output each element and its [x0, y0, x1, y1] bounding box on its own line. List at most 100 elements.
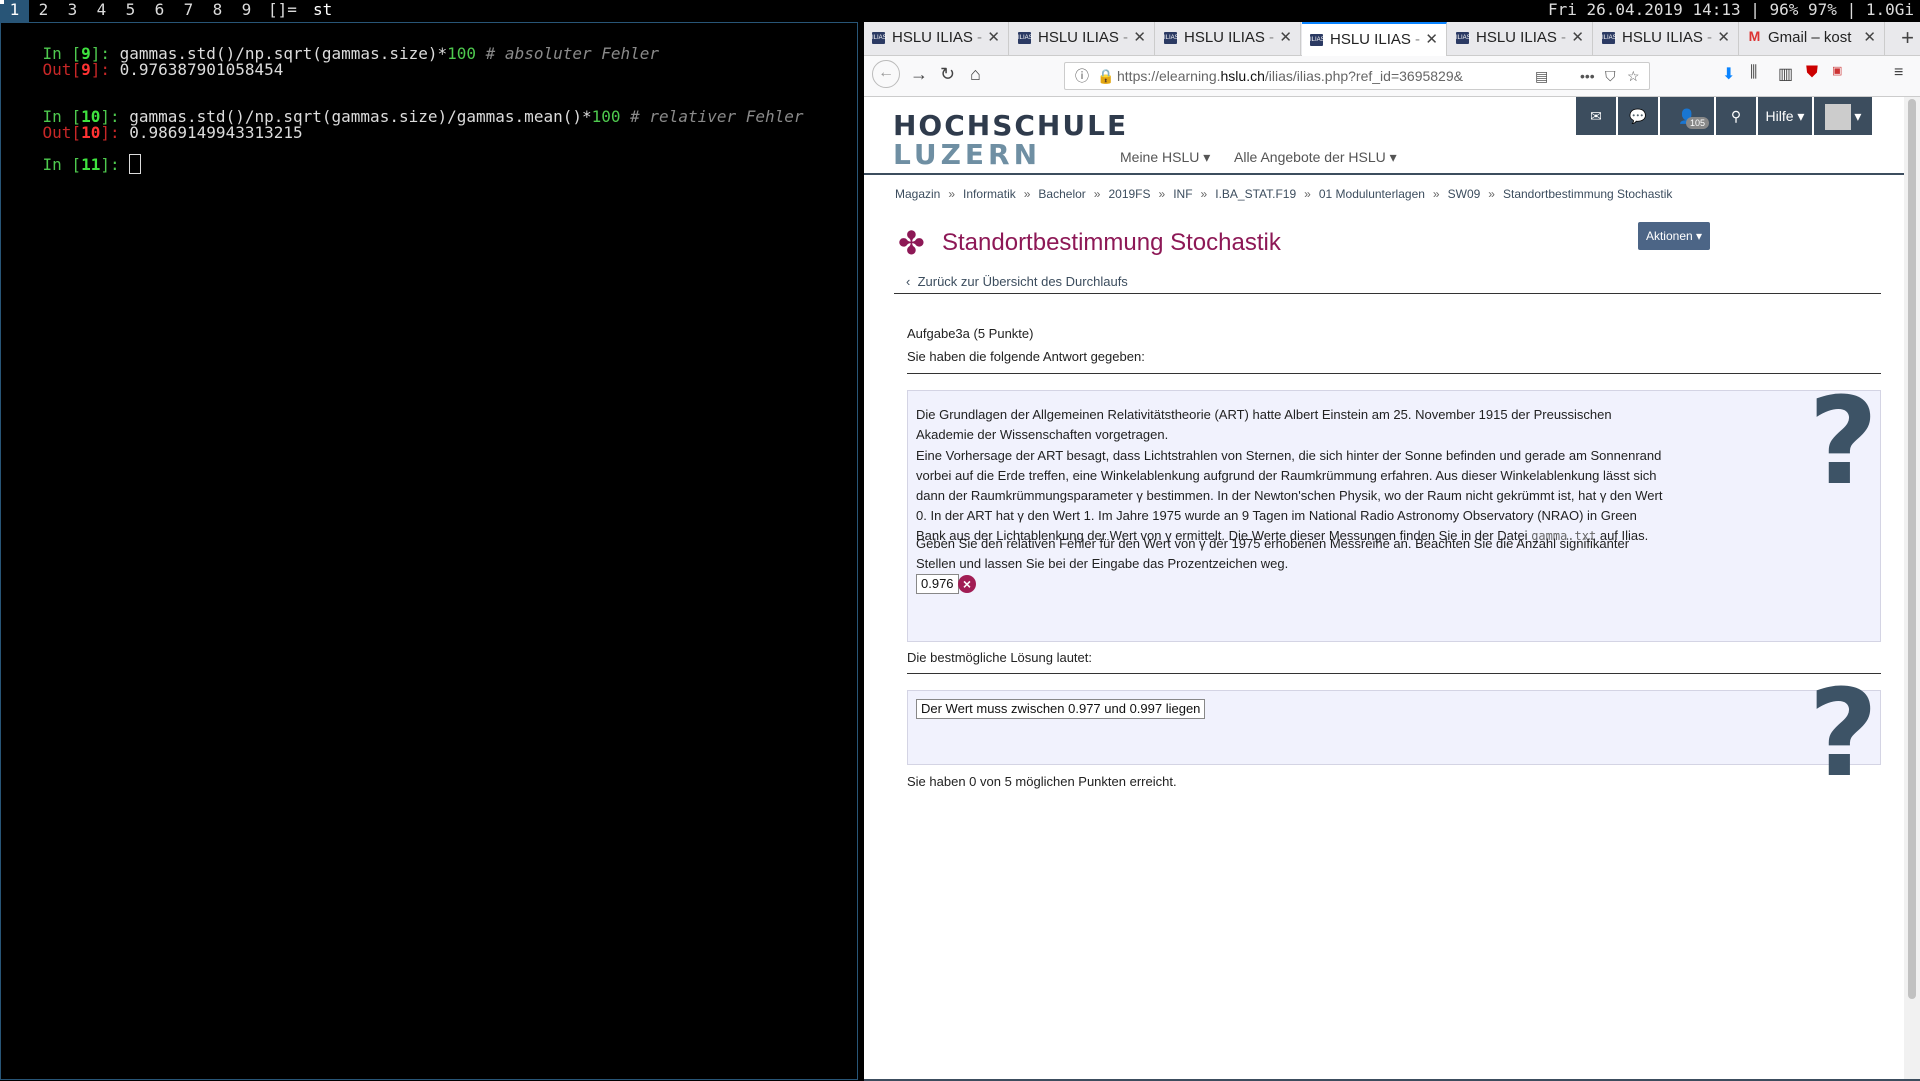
question-heading: Aufgabe3a (5 Punkte) — [907, 326, 1034, 341]
close-tab-icon[interactable]: ✕ — [1717, 28, 1730, 46]
workspace-6[interactable]: 6 — [145, 0, 174, 22]
logo-line2[interactable]: LUZERN — [893, 138, 1041, 171]
tab-label: Gmail – kost — [1768, 29, 1852, 46]
workspace-8[interactable]: 8 — [203, 0, 232, 22]
browser-tab[interactable]: ILIAS HSLU ILIAS - ✕ — [1010, 22, 1155, 55]
terminal-line-in11[interactable]: In [11]: — [4, 135, 142, 193]
workspace-5[interactable]: 5 — [116, 0, 145, 22]
menu-icon[interactable]: ≡ — [1894, 64, 1903, 82]
number-literal: 100 — [591, 107, 621, 126]
browser-tab[interactable]: ILIAS HSLU ILIAS - ✕ — [1302, 22, 1447, 56]
browser-tab[interactable]: ILIAS HSLU ILIAS - ✕ — [1156, 22, 1301, 55]
tab-label: HSLU ILIAS - — [1184, 29, 1275, 46]
workspace-9[interactable]: 9 — [232, 0, 261, 22]
forward-button[interactable]: → — [910, 64, 928, 85]
ilias-icon: ILIAS — [1310, 34, 1325, 46]
ilias-icon: ILIAS — [1602, 32, 1617, 44]
close-tab-icon[interactable]: ✕ — [1425, 30, 1438, 48]
breadcrumb-item[interactable]: Standortbestimmung Stochastik — [1503, 187, 1672, 201]
workspace-4[interactable]: 4 — [87, 0, 116, 22]
terminal-window[interactable]: In [9]: gammas.std()/np.sqrt(gammas.size… — [0, 22, 858, 1080]
close-tab-icon[interactable]: ✕ — [1571, 28, 1584, 46]
header-rule — [864, 173, 1904, 175]
info-icon[interactable]: ⓘ — [1075, 63, 1089, 89]
close-tab-icon[interactable]: ✕ — [987, 28, 1000, 46]
actions-button[interactable]: Aktionen ▾ — [1638, 222, 1710, 250]
status-bar: 123456789 []= st Fri 26.04.2019 14:13 | … — [0, 0, 1920, 22]
best-solution-label: Die bestmögliche Lösung lautet: — [907, 650, 1093, 665]
layout-mode: []= — [268, 0, 297, 19]
user-avatar-button[interactable]: ▾ — [1814, 97, 1872, 135]
breadcrumb-separator: » — [948, 187, 956, 201]
browser-window: ILIAS HSLU ILIAS - ✕ ILIAS HSLU ILIAS - ✕ ILIA… — [864, 22, 1920, 1081]
score-text: Sie haben 0 von 5 möglichen Punkten erre… — [907, 774, 1177, 789]
contacts-button[interactable]: 👤 105 — [1660, 97, 1714, 135]
workspace-1[interactable]: 1 — [0, 0, 29, 22]
breadcrumb-item[interactable]: Bachelor — [1038, 187, 1085, 201]
question-paragraph: Geben Sie den relativen Fehler für den W… — [916, 536, 1630, 571]
answer-field[interactable]: 0.976 — [916, 574, 959, 594]
reload-button[interactable]: ↻ — [940, 64, 955, 85]
focused-window-title: st — [313, 0, 333, 19]
breadcrumb: Magazin » Informatik » Bachelor » 2019FS » INF » I… — [895, 187, 1672, 201]
nav-meine-hslu[interactable]: Meine HSLU ▾ — [1120, 149, 1210, 166]
address-bar[interactable]: ⓘ 🔒 https://elearning.hslu.ch/ilias/ilia… — [1064, 62, 1650, 90]
pocket-icon[interactable]: ⛉ — [1605, 63, 1616, 89]
back-button[interactable]: ← — [872, 60, 900, 88]
breadcrumb-item[interactable]: Informatik — [963, 187, 1016, 201]
lock-icon[interactable]: 🔒 — [1097, 63, 1114, 89]
breadcrumb-item[interactable]: INF — [1173, 187, 1192, 201]
breadcrumb-item[interactable]: 2019FS — [1108, 187, 1150, 201]
browser-tab[interactable]: ILIAS HSLU ILIAS - ✕ — [864, 22, 1009, 55]
workspace-3[interactable]: 3 — [58, 0, 87, 22]
mail-button[interactable]: ✉ — [1576, 97, 1616, 135]
breadcrumb-separator: » — [1093, 187, 1101, 201]
tab-label: HSLU ILIAS - — [1476, 29, 1567, 46]
breadcrumb-separator: » — [1158, 187, 1166, 201]
url-text[interactable]: https://elearning.hslu.ch/ilias/ilias.ph… — [1117, 63, 1527, 89]
bookmark-star-icon[interactable]: ☆ — [1627, 63, 1640, 89]
browser-tab[interactable]: ILIAS HSLU ILIAS - ✕ — [1594, 22, 1739, 55]
wrong-answer-icon: × — [958, 575, 976, 593]
breadcrumb-item[interactable]: I.BA_STAT.F19 — [1215, 187, 1296, 201]
reader-view-icon[interactable]: ▤ — [1535, 63, 1548, 89]
search-button[interactable]: ⚲ — [1716, 97, 1756, 135]
new-tab-button[interactable]: + — [1901, 25, 1914, 51]
workspace-7[interactable]: 7 — [174, 0, 203, 22]
breadcrumb-separator: » — [1023, 187, 1031, 201]
help-button[interactable]: Hilfe ▾ — [1758, 97, 1812, 135]
scrollbar-thumb[interactable] — [1908, 99, 1916, 999]
workspace-2[interactable]: 2 — [29, 0, 58, 22]
chat-button[interactable]: 💬 — [1618, 97, 1658, 135]
close-tab-icon[interactable]: ✕ — [1279, 28, 1292, 46]
out-number: 9 — [81, 60, 91, 79]
close-tab-icon[interactable]: ✕ — [1863, 28, 1876, 46]
page-actions-icon[interactable]: ••• — [1580, 63, 1595, 89]
downloads-icon[interactable]: ⬇ — [1722, 64, 1735, 84]
solution-box: ? Der Wert muss zwischen 0.977 und 0.997… — [907, 675, 1881, 795]
given-answer-label: Sie haben die folgende Antwort gegeben: — [907, 349, 1145, 364]
text-cursor[interactable] — [129, 154, 142, 174]
page-scrollbar[interactable] — [1904, 97, 1920, 1080]
divider — [907, 673, 1881, 674]
close-tab-icon[interactable]: ✕ — [1133, 28, 1146, 46]
cors-extension-icon[interactable]: ▣ — [1832, 64, 1842, 77]
puzzle-icon: ✤ — [898, 225, 925, 261]
browser-tab[interactable]: M Gmail – kost ✕ — [1740, 22, 1885, 55]
library-icon[interactable]: ⫼ — [1750, 64, 1757, 82]
ilias-icon: ILIAS — [1164, 32, 1179, 44]
number-literal: 100 — [447, 44, 477, 63]
solution-field: Der Wert muss zwischen 0.977 und 0.997 l… — [916, 699, 1206, 719]
ublock-icon[interactable]: ⛊ — [1806, 64, 1818, 82]
question-mark-icon: ? — [1808, 665, 1878, 804]
home-button[interactable]: ⌂ — [970, 64, 981, 85]
question-paragraph: Die Grundlagen der Allgemeinen Relativit… — [916, 407, 1612, 442]
sidebar-icon[interactable]: ▥ — [1778, 64, 1793, 84]
breadcrumb-item[interactable]: Magazin — [895, 187, 940, 201]
breadcrumb-item[interactable]: 01 Modulunterlagen — [1319, 187, 1425, 201]
breadcrumb-item[interactable]: SW09 — [1448, 187, 1481, 201]
back-to-overview-link[interactable]: ‹ Zurück zur Übersicht des Durchlaufs — [906, 274, 1128, 289]
nav-alle-angebote[interactable]: Alle Angebote der HSLU ▾ — [1234, 149, 1397, 166]
browser-tab[interactable]: ILIAS HSLU ILIAS - ✕ — [1448, 22, 1593, 55]
gmail-icon: M — [1748, 28, 1761, 44]
